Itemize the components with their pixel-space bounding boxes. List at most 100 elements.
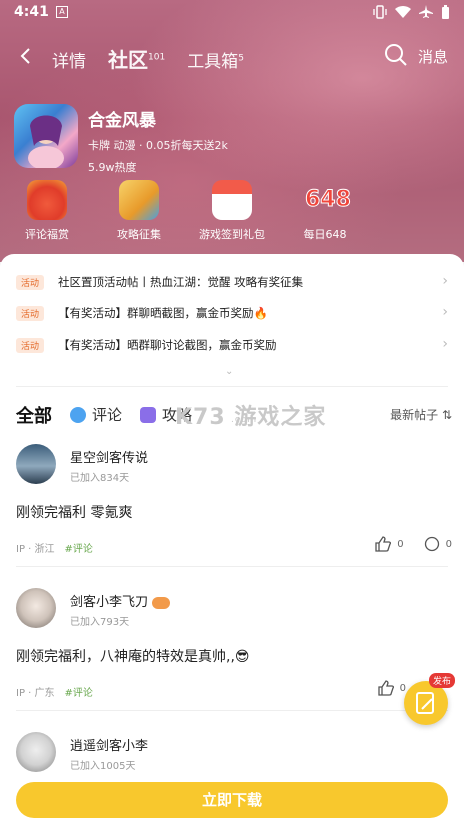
watermark-logo: K73 游戏之家 .com	[175, 399, 326, 430]
post-content[interactable]: 刚领完福利，八神庵的特效是真帅,,😎	[16, 646, 250, 666]
notice-row[interactable]: 活动 社区置顶活动帖丨热血江湖：觉醒 攻略有奖征集 ›	[16, 271, 452, 293]
tab-community-count: 101	[148, 52, 166, 63]
divider	[16, 710, 448, 711]
divider	[16, 566, 448, 567]
quick-action-checkin-gift[interactable]: 游戏签到礼包	[192, 180, 272, 242]
post-item[interactable]: 星空剑客传说 已加入834天 刚领完福利 零氪爽 IP · 浙江 #评论 0 0	[16, 444, 452, 562]
quick-action-daily-648[interactable]: 648 每日648	[285, 180, 365, 242]
search-button[interactable]	[384, 43, 408, 67]
activity-badge: 活动	[16, 274, 45, 290]
tab-details[interactable]: 详情	[52, 47, 86, 72]
notice-row[interactable]: 活动 【有奖活动】群聊晒截图，赢金币奖励🔥 ›	[16, 302, 452, 324]
post-actions: 0	[377, 680, 406, 696]
post-meta: IP · 广东 #评论	[16, 684, 93, 699]
like-button[interactable]: 0	[375, 536, 404, 552]
post-ip: IP · 广东	[16, 688, 55, 699]
guide-book-icon	[119, 180, 159, 220]
status-bar: 4:41 A	[0, 0, 464, 26]
user-level-badge-icon	[152, 596, 171, 609]
search-icon	[385, 44, 407, 66]
quick-action-label: 评论福赏	[25, 228, 69, 241]
post-tag[interactable]: #评论	[65, 544, 93, 555]
post-username[interactable]: 剑客小李飞刀	[70, 591, 171, 610]
chevron-right-icon: ›	[442, 304, 448, 320]
wifi-icon	[395, 5, 411, 19]
publish-badge: 发布	[429, 673, 456, 688]
filter-tab-all[interactable]: 全部	[16, 402, 52, 428]
chevron-right-icon: ›	[442, 336, 448, 352]
nav-tabs: 详情 社区101 工具箱5	[52, 44, 244, 73]
comment-icon	[424, 536, 439, 552]
post-content[interactable]: 刚领完福利 零氪爽	[16, 502, 132, 522]
activity-badge: 活动	[16, 305, 45, 321]
filter-tab-comments[interactable]: 评论	[70, 404, 122, 425]
game-character-art	[28, 115, 64, 168]
status-time: 4:41	[14, 4, 49, 20]
avatar[interactable]	[16, 732, 56, 772]
comment-button[interactable]: 0	[424, 536, 452, 552]
filter-tab-label: 评论	[92, 406, 123, 424]
tab-details-label: 详情	[52, 52, 86, 72]
avatar[interactable]	[16, 588, 56, 628]
quick-action-label: 每日648	[303, 228, 347, 241]
messages-link[interactable]: 消息	[418, 46, 448, 67]
648-badge-icon: 648	[305, 187, 352, 213]
sort-dropdown[interactable]: 最新帖子 ⇅	[390, 406, 452, 423]
comment-bubble-icon	[70, 406, 86, 423]
sort-label: 最新帖子	[390, 408, 439, 422]
back-button[interactable]	[16, 46, 36, 66]
gift-chest-icon	[27, 180, 67, 220]
game-icon[interactable]	[14, 104, 78, 168]
expand-notices-icon[interactable]: ⌄	[225, 366, 233, 377]
game-info: 合金风暴 卡牌 动漫 · 0.05折每天送2k 5.9w热度	[88, 104, 388, 175]
guide-doc-icon	[140, 406, 156, 423]
chevron-right-icon: ›	[442, 273, 448, 289]
tab-toolbox[interactable]: 工具箱5	[187, 47, 244, 72]
notice-text: 社区置顶活动帖丨热血江湖：觉醒 攻略有奖征集	[58, 275, 304, 289]
post-ip: IP · 浙江	[16, 544, 55, 555]
post-meta: IP · 浙江 #评论	[16, 540, 93, 555]
game-heat: 5.9w热度	[88, 161, 137, 174]
post-actions: 0 0	[375, 536, 452, 552]
quick-action-label: 攻略征集	[117, 228, 161, 241]
quick-action-label: 游戏签到礼包	[199, 228, 265, 241]
tab-community[interactable]: 社区101	[108, 44, 165, 73]
comment-count: 0	[445, 538, 452, 550]
game-tags: 卡牌 动漫 · 0.05折每天送2k	[88, 139, 228, 152]
post-username[interactable]: 星空剑客传说	[70, 447, 148, 466]
calendar-check-icon	[212, 180, 252, 220]
tab-community-label: 社区	[108, 48, 148, 72]
notice-text: 【有奖活动】晒群聊讨论截图，赢金币奖励	[58, 338, 277, 352]
notice-text: 【有奖活动】群聊晒截图，赢金币奖励🔥	[58, 306, 268, 320]
thumbs-up-icon	[375, 536, 392, 552]
post-username-text: 剑客小李飞刀	[70, 595, 149, 610]
post-joined-days: 已加入793天	[70, 617, 130, 628]
avatar[interactable]	[16, 444, 56, 484]
download-button[interactable]: 立即下载	[16, 782, 448, 818]
post-item[interactable]: 剑客小李飞刀 已加入793天 刚领完福利，八神庵的特效是真帅,,😎 IP · 广…	[16, 588, 452, 706]
like-count: 0	[397, 538, 404, 550]
thumbs-up-icon	[377, 680, 394, 696]
post-tag[interactable]: #评论	[65, 688, 93, 699]
notice-row[interactable]: 活动 【有奖活动】晒群聊讨论截图，赢金币奖励 ›	[16, 334, 452, 356]
tab-toolbox-count: 5	[238, 53, 244, 64]
quick-actions: 评论福赏 攻略征集 游戏签到礼包 648 每日648	[0, 180, 464, 244]
app-notification-icon: A	[56, 6, 68, 18]
post-joined-days: 已加入1005天	[70, 761, 136, 772]
airplane-icon	[419, 5, 433, 18]
game-title: 合金风暴	[88, 111, 156, 131]
chevron-left-icon	[20, 48, 30, 64]
status-icons	[373, 5, 450, 19]
activity-badge: 活动	[16, 337, 45, 353]
quick-action-comment-reward[interactable]: 评论福赏	[7, 180, 87, 242]
divider	[16, 386, 448, 387]
vibrate-icon	[373, 5, 387, 19]
community-card: 活动 社区置顶活动帖丨热血江湖：觉醒 攻略有奖征集 › 活动 【有奖活动】群聊晒…	[0, 254, 464, 824]
quick-action-guide-collection[interactable]: 攻略征集	[99, 180, 179, 242]
battery-icon	[442, 5, 449, 19]
top-navigation: 详情 社区101 工具箱5 消息	[0, 38, 464, 76]
post-joined-days: 已加入834天	[70, 473, 130, 484]
tab-toolbox-label: 工具箱	[187, 52, 239, 72]
post-username[interactable]: 逍遥剑客小李	[70, 735, 148, 754]
like-button[interactable]: 0	[377, 680, 406, 696]
